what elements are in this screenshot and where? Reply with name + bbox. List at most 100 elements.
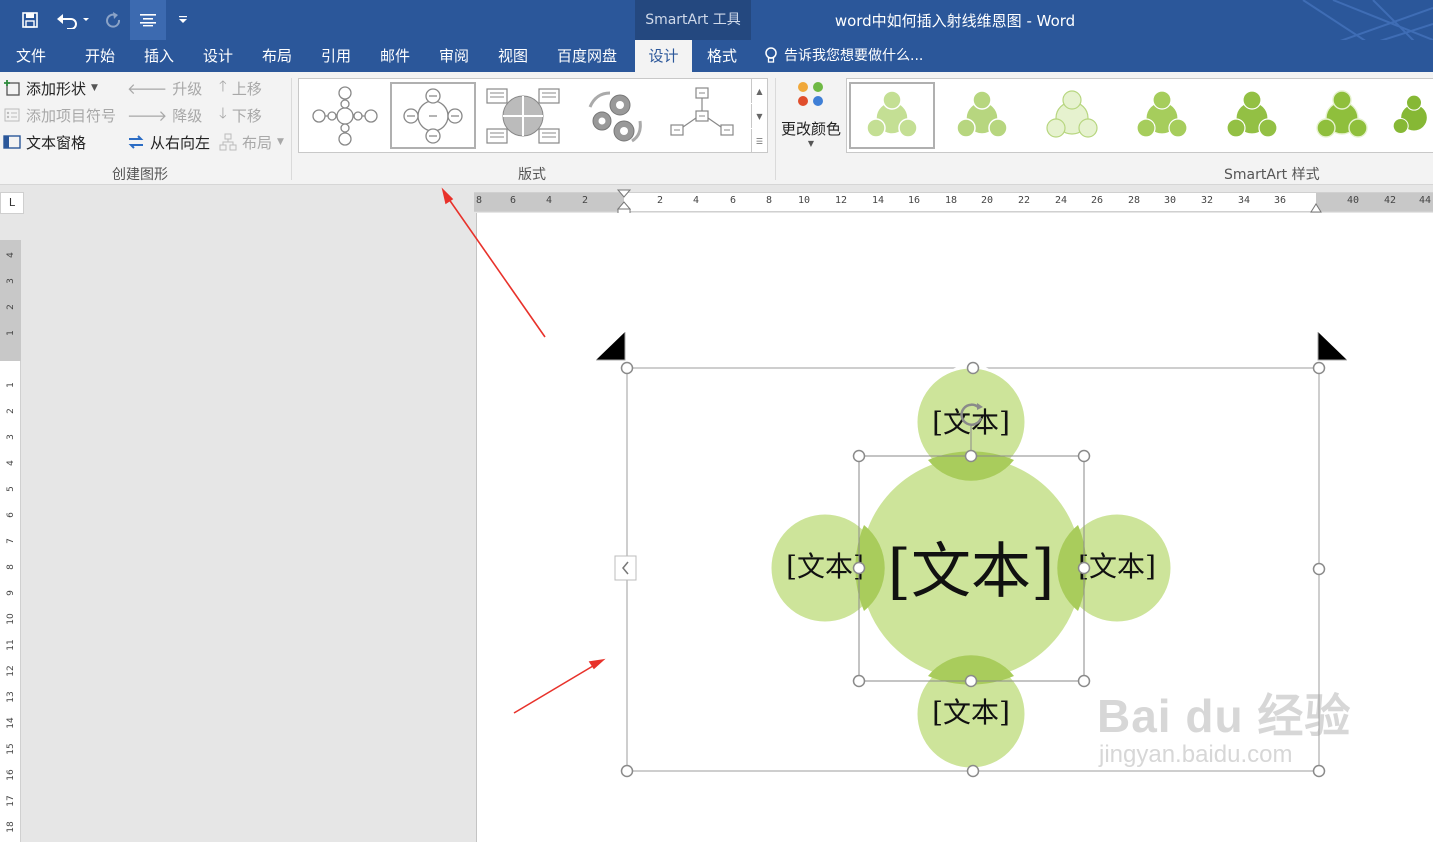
ruler-label: 18 bbox=[6, 821, 16, 833]
ruler-label: 8 bbox=[476, 195, 483, 206]
layout-thumbnail-hierarchy[interactable] bbox=[659, 82, 745, 149]
demote-button[interactable]: 🡒 降级 bbox=[127, 103, 202, 127]
tab-smartart-design[interactable]: 设计 bbox=[635, 40, 692, 72]
arrowhead-icon bbox=[441, 187, 454, 205]
ruler-label: 8 bbox=[766, 195, 773, 206]
horizontal-ruler[interactable]: 8 6 4 2 2 4 6 8 10 12 14 16 18 20 22 24 … bbox=[474, 189, 1433, 216]
tab-smartart-format[interactable]: 格式 bbox=[696, 40, 748, 72]
ruler-label: 12 bbox=[6, 665, 16, 677]
tab-references[interactable]: 引用 bbox=[310, 40, 362, 72]
right-to-left-button[interactable]: 从右向左 bbox=[127, 130, 210, 154]
tab-review[interactable]: 审阅 bbox=[428, 40, 480, 72]
text-pane-button[interactable]: 文本窗格 bbox=[3, 130, 86, 154]
arrow-up-icon: 🡑 bbox=[219, 76, 227, 95]
ruler-margin-right bbox=[1316, 193, 1433, 211]
style-thumbnail-simple-fill[interactable] bbox=[849, 82, 935, 149]
ruler-label: 44 bbox=[1419, 195, 1432, 206]
style-thumbnail-subtle-effect[interactable] bbox=[1029, 82, 1115, 149]
ruler-label: 2 bbox=[582, 195, 589, 206]
ruler-label: 12 bbox=[835, 195, 848, 206]
watermark-url: jingyan.baidu.com bbox=[1099, 741, 1293, 768]
tab-file[interactable]: 文件 bbox=[5, 40, 57, 72]
save-icon[interactable] bbox=[18, 0, 42, 40]
gallery-scroll-up-button[interactable]: ▲ bbox=[751, 79, 767, 103]
tab-insert[interactable]: 插入 bbox=[133, 40, 185, 72]
gallery-scroll-down-button[interactable]: ▼ bbox=[751, 104, 767, 128]
change-colors-label: 更改颜色 bbox=[780, 120, 841, 138]
radial-venn-icon bbox=[403, 87, 463, 144]
gear-icon bbox=[588, 91, 642, 142]
tab-view[interactable]: 视图 bbox=[487, 40, 539, 72]
ribbon-tab-bar: 文件 开始 插入 设计 布局 引用 邮件 审阅 视图 百度网盘 设计 格式 告诉… bbox=[0, 40, 1433, 72]
cycle-matrix-icon bbox=[486, 87, 560, 144]
ruler-label: 14 bbox=[872, 195, 885, 206]
style-thumbnail-moderate-effect[interactable] bbox=[1119, 82, 1205, 149]
change-colors-dropdown-icon: ▼ bbox=[807, 139, 815, 148]
tab-mailings[interactable]: 邮件 bbox=[369, 40, 421, 72]
tab-baidu-netdisk[interactable]: 百度网盘 bbox=[549, 40, 625, 72]
promote-button[interactable]: 🡐 升级 bbox=[127, 76, 202, 100]
baidu-jingyan-watermark: Bai du 经验 jingyan.baidu.com bbox=[1097, 690, 1351, 768]
redo-icon[interactable] bbox=[100, 0, 124, 40]
style-thumbnail-polished[interactable] bbox=[1299, 82, 1385, 149]
move-up-label: 上移 bbox=[231, 79, 262, 98]
ruler-label: 6 bbox=[6, 512, 16, 518]
tab-home[interactable]: 开始 bbox=[74, 40, 126, 72]
layout-thumbnail-radial-venn[interactable] bbox=[390, 82, 476, 149]
ruler-label: 15 bbox=[6, 743, 16, 755]
ruler-label: 17 bbox=[6, 795, 16, 807]
ruler-label: 2 bbox=[6, 304, 16, 310]
ruler-label: 4 bbox=[6, 460, 16, 466]
tell-me-box[interactable]: 告诉我您想要做什么... bbox=[764, 40, 923, 72]
ruler-label: 7 bbox=[6, 538, 16, 544]
text-pane-label: 文本窗格 bbox=[26, 133, 87, 152]
change-colors-button[interactable]: 更改颜色 ▼ bbox=[780, 78, 842, 158]
move-up-button[interactable]: 🡑 上移 bbox=[219, 76, 262, 100]
ruler-label: 5 bbox=[6, 486, 16, 492]
add-bullet-button[interactable]: 添加项目符号 bbox=[3, 103, 116, 127]
ruler-label: 36 bbox=[1274, 195, 1287, 206]
tab-design[interactable]: 设计 bbox=[192, 40, 244, 72]
ruler-label: 6 bbox=[730, 195, 737, 206]
smartart-tools-context-label: SmartArt 工具 bbox=[635, 0, 751, 40]
style-thumbnail-intense-effect[interactable] bbox=[1209, 82, 1295, 149]
right-indent-marker-icon[interactable] bbox=[1310, 201, 1322, 213]
ruler-label: 14 bbox=[6, 717, 16, 729]
org-chart-icon bbox=[219, 133, 237, 151]
ruler-label: 1 bbox=[6, 382, 16, 388]
layout-thumbnail-gear[interactable] bbox=[570, 82, 656, 149]
ruler-label: 28 bbox=[1128, 195, 1141, 206]
ruler-label: 18 bbox=[945, 195, 958, 206]
smartart-styles-group-label: SmartArt 样式 bbox=[1224, 167, 1320, 183]
tab-layout[interactable]: 布局 bbox=[251, 40, 303, 72]
add-shape-button[interactable]: 添加形状 ▼ bbox=[3, 76, 98, 100]
gallery-more-button[interactable]: ☰ bbox=[751, 129, 767, 153]
style-thumbnail-inset[interactable] bbox=[1389, 82, 1433, 149]
move-down-button[interactable]: 🡓 下移 bbox=[219, 103, 262, 127]
ruler-label: 4 bbox=[693, 195, 700, 206]
ruler-label: 6 bbox=[510, 195, 517, 206]
ruler-label: 9 bbox=[6, 590, 16, 596]
ruler-label: 4 bbox=[546, 195, 553, 206]
promote-label: 升级 bbox=[172, 79, 203, 98]
move-down-label: 下移 bbox=[231, 106, 262, 125]
text-pane-icon bbox=[3, 135, 21, 149]
customize-qat-icon[interactable] bbox=[176, 0, 190, 40]
style-thumbnail-white-outline[interactable] bbox=[939, 82, 1025, 149]
ruler-label: 11 bbox=[6, 639, 16, 651]
undo-icon[interactable] bbox=[54, 0, 90, 40]
ruler-label: 26 bbox=[1091, 195, 1104, 206]
ruler-label: 1 bbox=[6, 330, 16, 336]
ruler-label: 13 bbox=[6, 691, 16, 703]
arrow-right-icon: 🡒 bbox=[127, 106, 168, 125]
vertical-ruler[interactable]: 4 3 2 1 1 2 3 4 5 6 7 8 9 10 11 12 13 14… bbox=[0, 240, 21, 842]
demote-label: 降级 bbox=[172, 106, 203, 125]
layout-thumbnail-cycle-matrix[interactable] bbox=[480, 82, 566, 149]
layout-thumbnail-radial-cluster[interactable] bbox=[302, 82, 388, 149]
ruler-label: 10 bbox=[6, 613, 16, 625]
layout-dropdown-icon: ▼ bbox=[277, 137, 284, 147]
layouts-group-label: 版式 bbox=[518, 167, 546, 183]
touch-mode-icon[interactable] bbox=[130, 0, 166, 40]
tab-stop-selector[interactable]: L bbox=[0, 192, 24, 214]
layout-button[interactable]: 布局 ▼ bbox=[219, 130, 284, 154]
